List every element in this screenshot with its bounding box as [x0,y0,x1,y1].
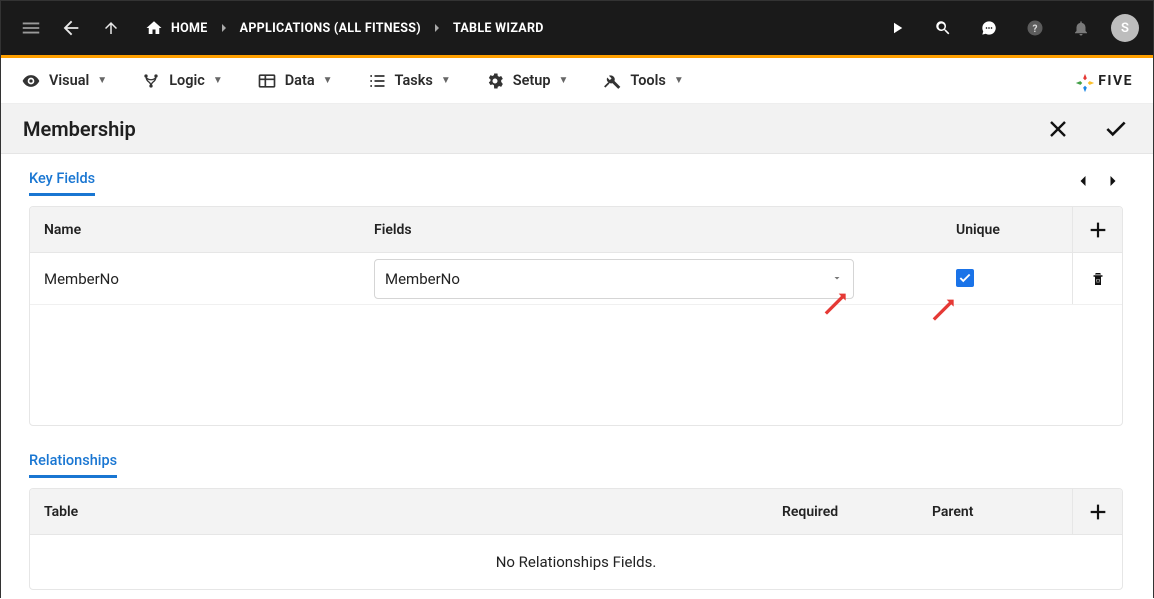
search-icon[interactable] [927,12,959,44]
chevron-down-icon [831,270,843,288]
confirm-button[interactable] [1101,114,1131,144]
page-title: Membership [23,117,136,141]
breadcrumb: HOME APPLICATIONS (ALL FITNESS) TABLE WI… [145,19,544,37]
row-fields: MemberNo [370,259,932,299]
top-bar: HOME APPLICATIONS (ALL FITNESS) TABLE WI… [1,1,1153,55]
add-relationship-button[interactable] [1072,489,1122,534]
title-bar: Membership [1,104,1153,154]
back-icon[interactable] [55,12,87,44]
relationships-empty-message: No Relationships Fields. [30,535,1122,589]
row-unique [932,269,1072,289]
chevron-right-icon [429,20,445,36]
brand-icon [1074,72,1092,90]
col-header-required: Required [782,504,932,520]
col-header-unique: Unique [932,222,1072,238]
up-icon[interactable] [95,12,127,44]
section-title: Key Fields [29,170,95,196]
field-select[interactable]: MemberNo [374,259,854,299]
breadcrumb-table-wizard[interactable]: TABLE WIZARD [453,21,544,36]
nav-data[interactable]: Data ▼ [257,71,333,91]
key-fields-table: Name Fields Unique MemberNo MemberNo [29,206,1123,426]
col-header-parent: Parent [932,504,1072,520]
field-select-value: MemberNo [385,270,460,288]
nav-label: Visual [49,72,89,89]
breadcrumb-applications[interactable]: APPLICATIONS (ALL FITNESS) [240,21,421,36]
nav-label: Tools [630,72,665,89]
prev-icon[interactable] [1073,171,1093,195]
chevron-down-icon: ▼ [559,75,569,86]
next-icon[interactable] [1103,171,1123,195]
unique-checkbox[interactable] [956,269,974,287]
row-name: MemberNo [30,270,370,288]
chevron-down-icon: ▼ [441,75,451,86]
play-icon[interactable] [881,12,913,44]
relationships-table: Table Required Parent No Relationships F… [29,488,1123,590]
nav-tasks[interactable]: Tasks ▼ [367,71,451,91]
chat-icon[interactable] [973,12,1005,44]
bell-icon[interactable] [1065,12,1097,44]
nav-label: Setup [513,72,551,89]
empty-space [30,305,1122,425]
home-icon[interactable] [145,19,163,37]
nav-visual[interactable]: Visual ▼ [21,71,107,91]
chevron-down-icon: ▼ [213,75,223,86]
brand-logo: FIVE [1074,72,1133,90]
section-key-fields: Key Fields Name Fields Unique Member [15,166,1137,426]
nav-logic[interactable]: Logic ▼ [141,71,223,91]
section-title: Relationships [29,452,117,478]
chevron-down-icon: ▼ [97,75,107,86]
col-header-table: Table [30,504,782,520]
nav-setup[interactable]: Setup ▼ [485,71,569,91]
menu-icon[interactable] [15,12,47,44]
nav-label: Logic [169,72,205,89]
secondary-nav: Visual ▼ Logic ▼ Data ▼ Tasks ▼ Setup ▼ … [1,58,1153,104]
close-button[interactable] [1043,114,1073,144]
nav-tools[interactable]: Tools ▼ [602,71,683,91]
section-relationships: Relationships Table Required Parent No R… [15,448,1137,590]
chevron-down-icon: ▼ [323,75,333,86]
brand-text: FIVE [1098,73,1133,89]
col-header-fields: Fields [370,222,932,238]
col-header-name: Name [30,222,370,238]
chevron-right-icon [216,20,232,36]
content-area: Key Fields Name Fields Unique Member [1,154,1153,599]
help-icon[interactable]: ? [1019,12,1051,44]
delete-row-button[interactable] [1072,253,1122,304]
avatar-initial: S [1121,21,1129,36]
svg-text:?: ? [1033,24,1038,35]
avatar[interactable]: S [1111,14,1139,42]
breadcrumb-home[interactable]: HOME [171,21,208,36]
table-row: MemberNo MemberNo [30,253,1122,305]
nav-label: Tasks [395,72,433,89]
chevron-down-icon: ▼ [674,75,684,86]
add-key-field-button[interactable] [1072,207,1122,252]
nav-label: Data [285,72,315,89]
